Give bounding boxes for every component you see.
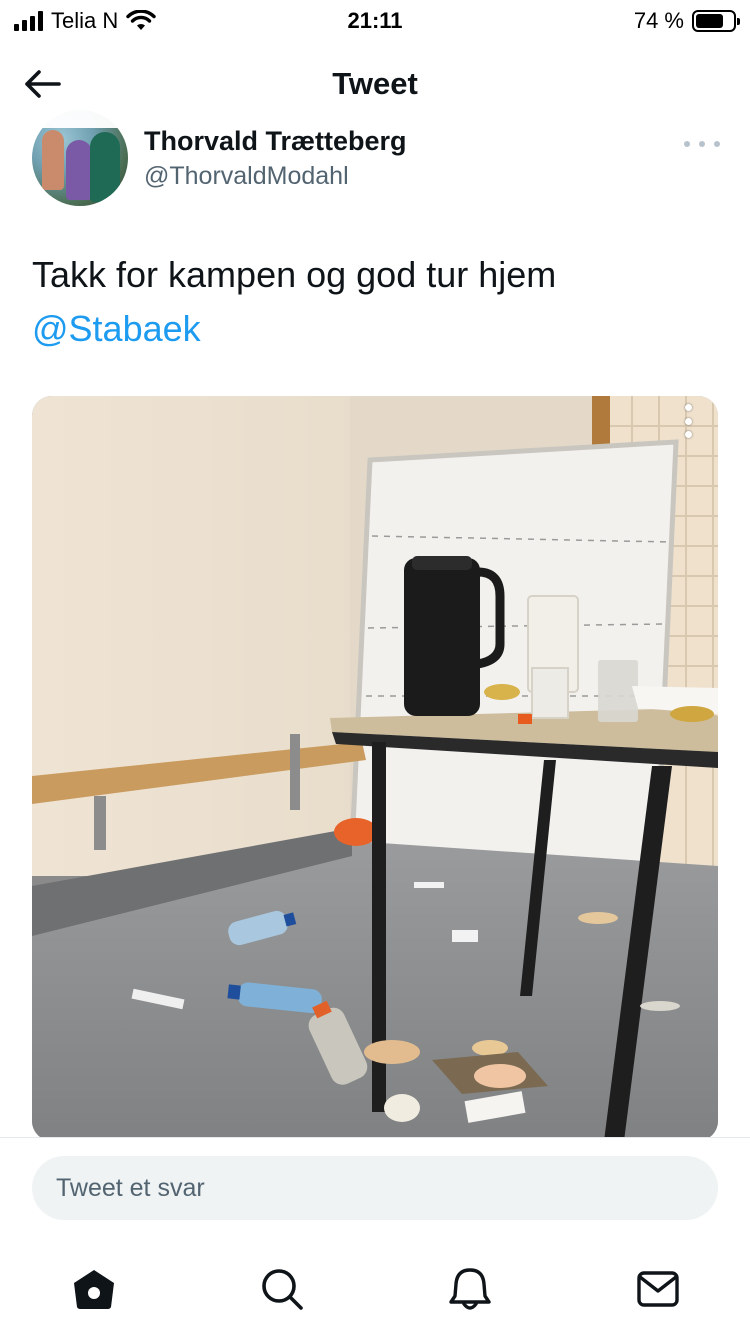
header: Tweet: [0, 42, 750, 128]
reply-bar: [0, 1137, 750, 1237]
notifications-icon: [449, 1268, 491, 1310]
carrier-label: Telia N: [51, 8, 119, 33]
status-bar: Telia N 21:11 74 %: [0, 0, 750, 42]
nav-messages[interactable]: [630, 1261, 686, 1317]
signal-icon: [14, 11, 43, 31]
avatar-figure: [42, 130, 64, 190]
tweet-body: Takk for kampen og god tur hjem: [32, 254, 557, 295]
reply-input[interactable]: [32, 1156, 718, 1220]
tweet-text: Takk for kampen og god tur hjem @Stabaek: [32, 248, 722, 356]
more-horizontal-icon[interactable]: [684, 136, 720, 152]
messages-icon: [637, 1271, 679, 1307]
mention-link[interactable]: @Stabaek: [32, 302, 722, 356]
tweet-photo[interactable]: [32, 396, 718, 1141]
battery-percent: 74 %: [633, 8, 684, 33]
search-icon: [262, 1269, 303, 1310]
wifi-icon: [126, 10, 156, 30]
battery-fill: [696, 14, 723, 28]
bottom-nav: [0, 1237, 750, 1334]
author-name[interactable]: Thorvald Trætteberg: [144, 126, 407, 157]
author-handle[interactable]: @ThorvaldModahl: [144, 162, 349, 191]
photo-illustration: [32, 396, 718, 1141]
arrow-left-icon: [25, 70, 61, 98]
nav-home[interactable]: [66, 1261, 122, 1317]
status-left: Telia N: [14, 8, 156, 34]
status-right: 74 %: [633, 8, 740, 34]
nav-search[interactable]: [254, 1261, 310, 1317]
back-button[interactable]: [18, 64, 66, 104]
page-title: Tweet: [332, 66, 418, 101]
avatar-figure: [90, 132, 120, 202]
more-vertical-icon[interactable]: [680, 404, 696, 438]
battery-icon: [692, 10, 740, 32]
nav-notifications[interactable]: [442, 1261, 498, 1317]
avatar-figure: [66, 140, 92, 200]
home-icon: [74, 1270, 114, 1309]
